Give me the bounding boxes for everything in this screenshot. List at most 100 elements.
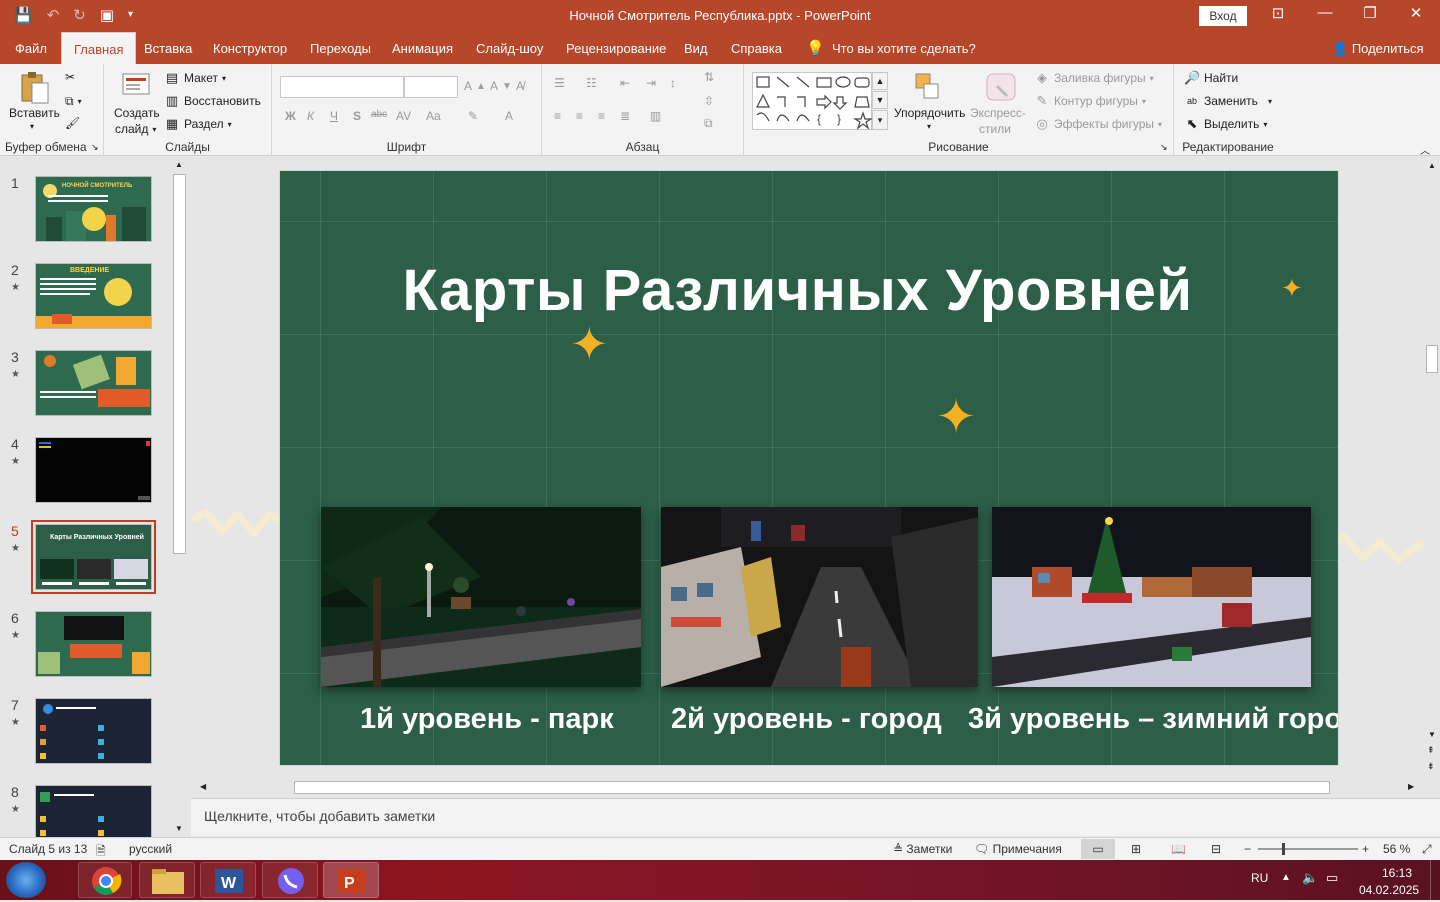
shape-fill-button[interactable]: ◈ Заливка фигуры ▾	[1034, 70, 1154, 86]
keyboard-language[interactable]: RU	[1251, 871, 1268, 885]
select-button[interactable]: ⬉ Выделить ▾	[1184, 116, 1268, 132]
file-explorer-icon[interactable]	[139, 862, 195, 898]
tab-help[interactable]: Справка	[731, 32, 782, 64]
zoom-out-icon[interactable]: −	[1244, 842, 1251, 856]
drawing-launcher-icon[interactable]: ↘	[1160, 142, 1168, 153]
new-slide-label-2[interactable]: слайд ▾	[115, 122, 156, 136]
arrange-dropdown-icon[interactable]: ▾	[927, 122, 931, 131]
strikethrough-button[interactable]: abc	[371, 109, 387, 120]
tab-view[interactable]: Вид	[684, 32, 708, 64]
scroll-left-icon[interactable]: ◀	[200, 782, 206, 791]
show-hidden-icons-icon[interactable]: ▲	[1281, 872, 1291, 883]
level2-city-image[interactable]	[661, 507, 978, 687]
zoom-level[interactable]: 56 %	[1383, 842, 1410, 856]
highlight-icon[interactable]: ✎	[468, 109, 478, 123]
quick-styles-label-2[interactable]: стили	[979, 122, 1011, 136]
reset-button[interactable]: ▥ Восстановить	[164, 93, 261, 109]
level2-caption[interactable]: 2й уровень - город	[671, 703, 942, 736]
scrollbar-thumb[interactable]	[294, 781, 1330, 794]
level1-caption[interactable]: 1й уровень - парк	[360, 703, 614, 736]
align-text-icon[interactable]: ⇳	[704, 94, 714, 108]
slide-thumbnail[interactable]	[35, 437, 152, 503]
fit-to-window-icon[interactable]: ⤢	[1422, 842, 1432, 857]
comments-toggle[interactable]: 🗨 Примечания	[974, 842, 1062, 856]
underline-button[interactable]: Ч	[330, 109, 338, 123]
scroll-up-icon[interactable]: ▲	[175, 160, 183, 169]
copy-icon[interactable]: ⧉ ▾	[65, 94, 82, 109]
numbering-icon[interactable]: ☷	[586, 76, 597, 90]
thumbnail-item[interactable]: 8 ★	[0, 784, 170, 837]
font-name-combo[interactable]	[280, 76, 404, 98]
paste-button[interactable]: Вставить	[9, 106, 60, 120]
slide-thumbnail-active[interactable]: Карты Различных Уровней	[31, 520, 156, 594]
line-spacing-icon[interactable]: ↕	[670, 76, 676, 90]
thumbnail-item[interactable]: 5 ★ Карты Различных Уровней	[0, 520, 170, 603]
paste-dropdown-icon[interactable]: ▾	[30, 122, 34, 131]
thumbnail-item[interactable]: 7 ★	[0, 697, 170, 777]
slide-thumbnail[interactable]	[35, 350, 152, 416]
tab-slideshow[interactable]: Слайд-шоу	[476, 32, 543, 64]
volume-icon[interactable]: 🔈	[1302, 870, 1318, 886]
justify-icon[interactable]: ≣	[620, 109, 630, 123]
bullets-icon[interactable]: ☰	[554, 76, 565, 90]
previous-slide-icon[interactable]: ⇞	[1427, 745, 1435, 756]
tell-me-search[interactable]: Что вы хотите сделать?	[832, 32, 976, 64]
shapes-scroll-down-icon[interactable]: ▼	[872, 91, 888, 109]
slide-thumbnail[interactable]	[35, 698, 152, 764]
slide-title[interactable]: Карты Различных Уровней	[280, 257, 1315, 324]
paste-icon[interactable]	[18, 71, 50, 104]
slideshow-view-icon[interactable]: ⊟	[1211, 842, 1221, 856]
italic-button[interactable]: К	[307, 109, 314, 123]
new-slide-label[interactable]: Создать	[114, 106, 160, 120]
thumbnail-item[interactable]: 6 ★	[0, 610, 170, 690]
change-case-button[interactable]: Aa	[426, 109, 441, 123]
editor-vertical-scrollbar[interactable]: ▲ ▼ ⇞ ⇟	[1424, 157, 1440, 777]
zoom-slider[interactable]	[1258, 848, 1358, 850]
thumbnail-item[interactable]: 2 ★ ВВЕДЕНИЕ	[0, 262, 170, 342]
align-left-icon[interactable]: ≡	[554, 109, 561, 123]
collapse-ribbon-icon[interactable]: ︿	[1420, 142, 1430, 157]
text-direction-icon[interactable]: ⇅	[704, 70, 714, 84]
login-button[interactable]: Вход	[1199, 6, 1247, 26]
slide-thumbnail[interactable]	[35, 611, 152, 677]
columns-icon[interactable]: ▥	[650, 109, 661, 123]
tab-home[interactable]: Главная	[61, 32, 137, 64]
shapes-more-icon[interactable]: ▾	[872, 110, 888, 130]
tab-transitions[interactable]: Переходы	[310, 32, 371, 64]
language-indicator[interactable]: русский	[129, 842, 172, 856]
share-button[interactable]: 👤 Поделиться	[1332, 32, 1424, 64]
tab-animations[interactable]: Анимация	[392, 32, 453, 64]
scroll-up-icon[interactable]: ▲	[1428, 161, 1436, 170]
font-size-combo[interactable]	[404, 76, 458, 98]
word-icon[interactable]: W	[200, 862, 256, 898]
level3-winter-city-image[interactable]	[992, 507, 1311, 687]
viber-icon[interactable]	[262, 862, 318, 898]
start-button-icon[interactable]	[6, 862, 46, 898]
arrange-icon[interactable]	[914, 72, 946, 104]
align-right-icon[interactable]: ≡	[598, 109, 605, 123]
tab-design[interactable]: Конструктор	[213, 32, 287, 64]
increase-indent-icon[interactable]: ⇥	[646, 76, 656, 90]
shapes-gallery[interactable]: {}	[752, 72, 874, 130]
scroll-right-icon[interactable]: ▶	[1408, 782, 1414, 791]
scrollbar-thumb[interactable]	[173, 174, 186, 554]
zoom-slider-thumb[interactable]	[1282, 843, 1285, 855]
restore-button[interactable]: ❐	[1350, 4, 1390, 22]
editor-horizontal-scrollbar[interactable]: ◀ ▶	[194, 780, 1424, 795]
thumbnail-scrollbar[interactable]: ▲ ▼	[172, 160, 187, 836]
clear-format-icon[interactable]: A̸	[516, 79, 524, 93]
thumbnail-item[interactable]: 1 НОЧНОЙ СМОТРИТЕЛЬ	[0, 175, 170, 255]
minimize-button[interactable]: —	[1305, 4, 1345, 21]
slide-sorter-icon[interactable]: ⊞	[1131, 842, 1141, 856]
layout-button[interactable]: ▤ Макет ▾	[164, 70, 226, 86]
new-slide-icon[interactable]	[120, 70, 152, 102]
format-painter-icon[interactable]: 🖌	[65, 116, 80, 130]
normal-view-icon[interactable]: ▭	[1081, 839, 1115, 859]
scroll-down-icon[interactable]: ▼	[1428, 730, 1436, 739]
reading-view-icon[interactable]: 📖	[1171, 842, 1186, 856]
shape-effects-button[interactable]: ◎ Эффекты фигуры ▾	[1034, 116, 1162, 132]
level1-park-image[interactable]	[321, 507, 641, 687]
clipboard-launcher-icon[interactable]: ↘	[91, 142, 99, 153]
network-icon[interactable]: ▭	[1326, 870, 1338, 886]
tab-file[interactable]: Файл	[15, 32, 47, 64]
